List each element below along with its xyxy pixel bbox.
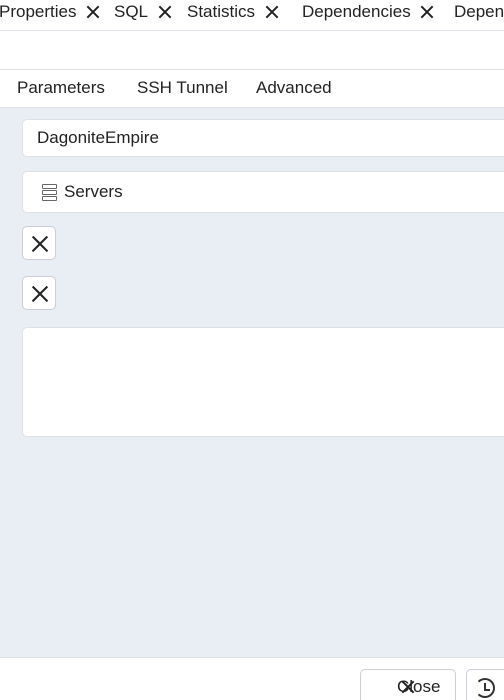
tab-label: SQL	[114, 2, 149, 21]
tab-dependencies[interactable]: Dependencies	[302, 0, 434, 24]
form-content: DagoniteEmpire Servers	[0, 108, 504, 657]
dialog-footer: Close	[0, 657, 504, 700]
close-icon[interactable]	[265, 6, 278, 19]
name-input[interactable]: DagoniteEmpire	[22, 119, 504, 157]
tab-dependents[interactable]: Depen	[454, 0, 504, 24]
close-button[interactable]: Close	[360, 669, 456, 700]
tab-label: Dependencies	[302, 2, 411, 21]
toggle-switch-off[interactable]	[22, 276, 56, 310]
dialog-header	[0, 31, 504, 70]
tab-sql[interactable]: SQL	[114, 0, 171, 24]
toggle-switch-off[interactable]	[22, 226, 56, 260]
close-icon	[23, 227, 57, 261]
comments-textarea[interactable]	[22, 327, 504, 437]
tab-label: Statistics	[187, 2, 256, 21]
name-input-value: DagoniteEmpire	[37, 128, 159, 147]
tab-label: Properties	[0, 2, 77, 21]
tab-properties[interactable]: Properties	[0, 0, 99, 24]
tab-statistics[interactable]: Statistics	[187, 0, 278, 24]
server-group-value: Servers	[64, 182, 123, 201]
close-button-label: Close	[397, 677, 441, 696]
sub-tab-bar: Parameters SSH Tunnel Advanced	[0, 70, 504, 108]
reset-icon	[475, 678, 495, 698]
tab-ssh-tunnel[interactable]: SSH Tunnel	[137, 78, 228, 98]
close-icon	[23, 277, 57, 311]
close-icon	[371, 679, 387, 695]
close-icon[interactable]	[421, 6, 434, 19]
top-tab-bar: Properties SQL Statistics Dependencies D…	[0, 0, 504, 31]
tab-parameters[interactable]: Parameters	[17, 78, 105, 98]
server-group-select[interactable]: Servers	[22, 171, 504, 213]
reset-button[interactable]	[466, 669, 504, 700]
server-icon	[41, 183, 58, 201]
tab-advanced[interactable]: Advanced	[256, 78, 332, 98]
tab-label: Depen	[454, 2, 504, 21]
close-icon[interactable]	[86, 6, 99, 19]
close-icon[interactable]	[158, 6, 171, 19]
